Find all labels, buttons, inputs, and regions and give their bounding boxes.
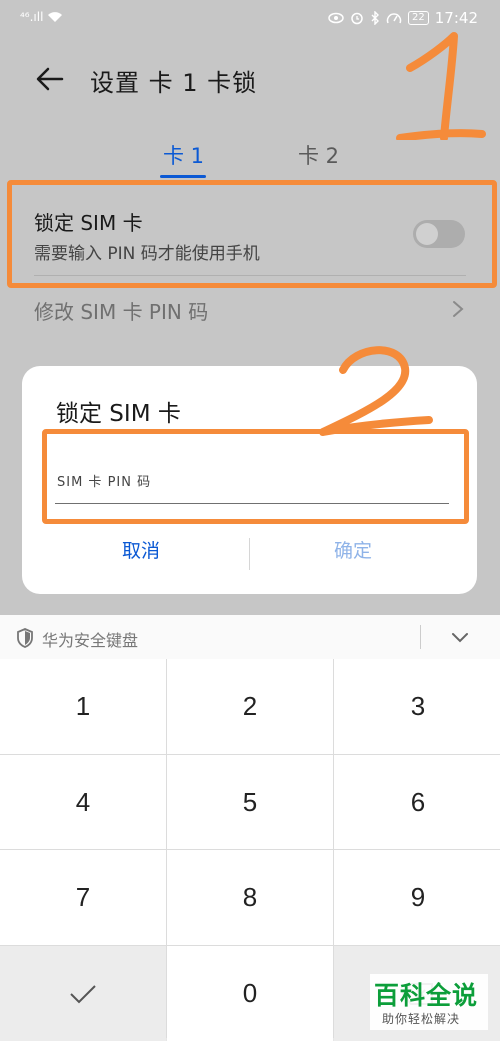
wifi-icon: [48, 12, 63, 22]
button-divider: [249, 538, 250, 570]
key-3[interactable]: 3: [334, 659, 500, 754]
dialog-title: 锁定 SIM 卡: [56, 401, 181, 427]
key-2[interactable]: 2: [167, 659, 333, 754]
watermark-subtitle: 助你轻松解决: [382, 1012, 461, 1026]
key-4[interactable]: 4: [0, 755, 166, 849]
chevron-down-icon[interactable]: [450, 629, 470, 647]
clock: 17:42: [434, 9, 478, 27]
key-7[interactable]: 7: [0, 850, 166, 945]
alarm-icon: [351, 12, 363, 25]
confirm-button[interactable]: 确定: [334, 536, 372, 563]
eye-icon: [328, 12, 344, 24]
cancel-button[interactable]: 取消: [122, 536, 160, 563]
annotation-number-2: [319, 346, 433, 436]
battery-icon: 22: [408, 11, 429, 25]
key-1[interactable]: 1: [0, 659, 166, 754]
checkmark-icon: [70, 984, 96, 1003]
signal-icon: ⁴⁶.ıll: [20, 10, 44, 24]
change-pin-row[interactable]: 修改 SIM 卡 PIN 码: [34, 296, 208, 325]
sim-tabs: 卡 1 卡 2: [0, 140, 500, 180]
key-8[interactable]: 8: [167, 850, 333, 945]
annotation-box-2: [42, 429, 469, 524]
key-0[interactable]: 0: [167, 946, 333, 1041]
key-confirm[interactable]: [0, 946, 166, 1041]
toolbar-divider: [420, 625, 421, 649]
tab-indicator: [160, 175, 206, 178]
watermark-logo: 百科全说 助你轻松解决: [370, 974, 488, 1030]
bluetooth-icon: [371, 11, 380, 25]
watermark-title: 百科全说: [374, 981, 479, 1010]
key-9[interactable]: 9: [334, 850, 500, 945]
key-6[interactable]: 6: [334, 755, 500, 849]
speed-icon: [386, 13, 402, 24]
chevron-right-icon: [453, 301, 464, 317]
back-arrow-icon[interactable]: [30, 59, 70, 99]
page-title: 设置 卡 1 卡锁: [90, 69, 258, 97]
shield-icon: [17, 628, 33, 648]
tab-sim2[interactable]: 卡 2: [298, 140, 339, 170]
keyboard-toolbar: 华为安全键盘: [0, 615, 500, 659]
key-5[interactable]: 5: [167, 755, 333, 849]
annotation-box-1: [7, 180, 497, 288]
annotation-number-1: [396, 32, 486, 140]
keyboard-title: 华为安全键盘: [42, 631, 139, 650]
tab-sim1[interactable]: 卡 1: [163, 140, 204, 170]
